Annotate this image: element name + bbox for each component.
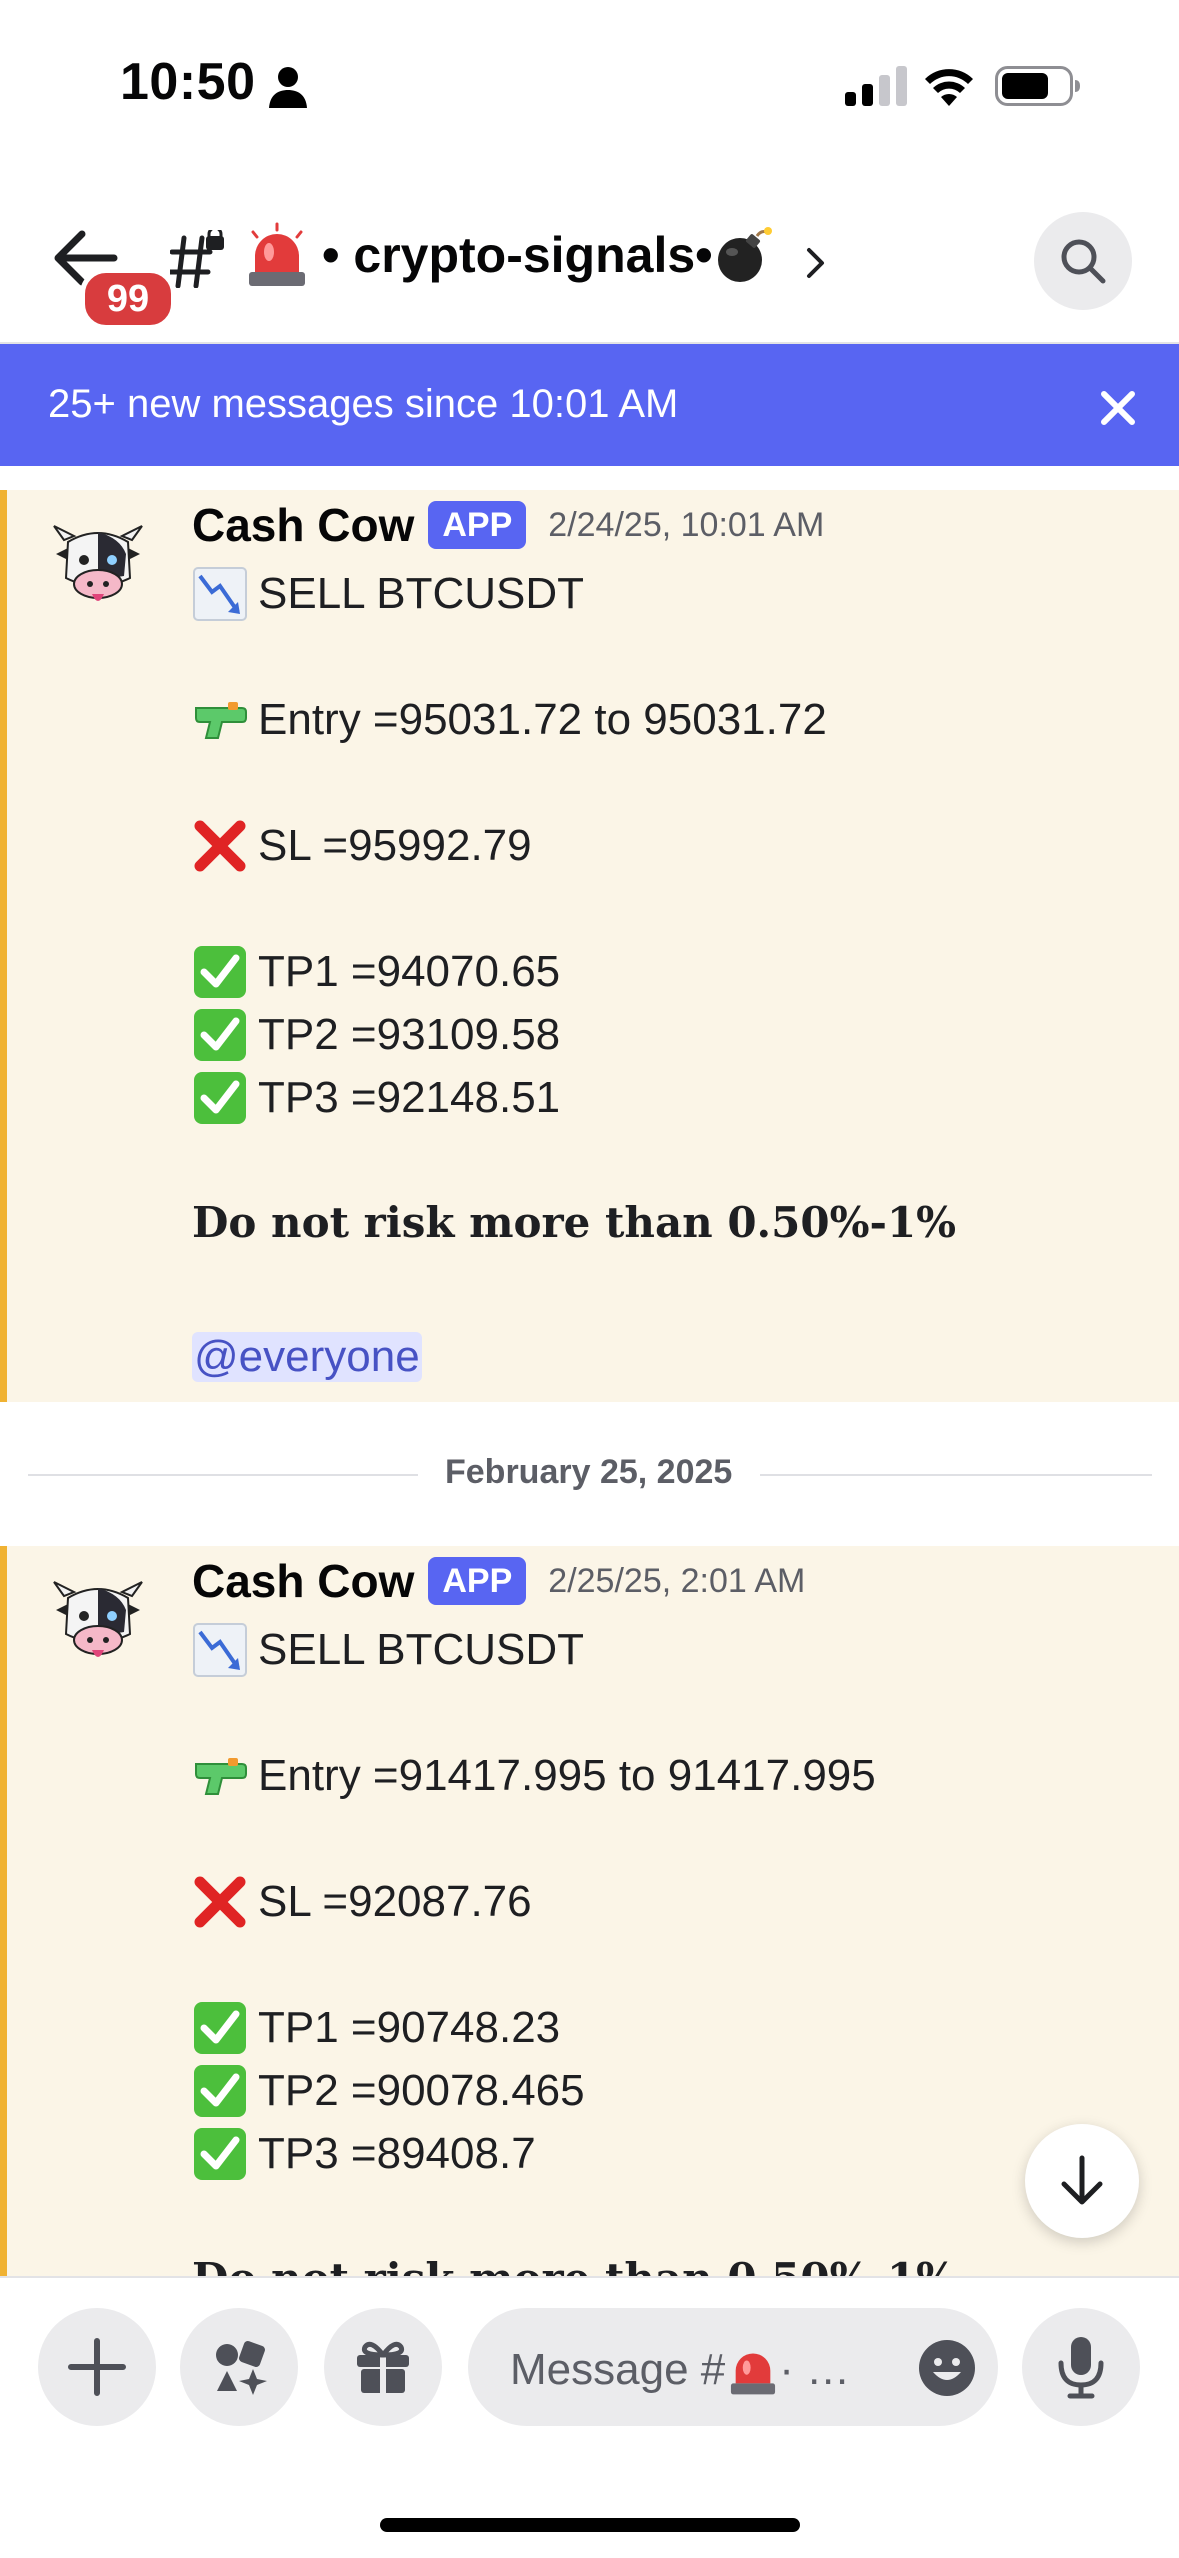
emoji-picker-icon[interactable] bbox=[917, 2338, 977, 2398]
date-divider: February 25, 2025 bbox=[445, 1453, 733, 1491]
tp1-text: TP1 =94070.65 bbox=[258, 947, 561, 996]
status-time: 10:50 bbox=[120, 53, 256, 111]
timestamp: 2/24/25, 10:01 AM bbox=[548, 505, 825, 544]
author-name[interactable]: Cash Cow bbox=[192, 498, 414, 552]
arrow-down-icon bbox=[1061, 2155, 1103, 2205]
siren-emoji-icon bbox=[731, 2353, 776, 2395]
apps-button[interactable] bbox=[180, 2308, 298, 2426]
signal-line: SELL BTCUSDT bbox=[192, 1622, 584, 1678]
tp2-line: TP2 =93109.58 bbox=[192, 1007, 560, 1063]
tp1-line: TP1 =90748.23 bbox=[192, 2000, 560, 2056]
microphone-icon bbox=[1058, 2337, 1104, 2399]
tp3-line: TP3 =92148.51 bbox=[192, 1070, 560, 1126]
message-placeholder: Message # · … bbox=[510, 2344, 850, 2396]
cross-mark-icon bbox=[194, 820, 246, 872]
home-indicator bbox=[380, 2518, 800, 2532]
app-tag: APP bbox=[428, 501, 527, 549]
placeholder-suffix: · … bbox=[779, 2345, 851, 2394]
gift-icon bbox=[357, 2341, 409, 2393]
chevron-right-icon[interactable] bbox=[805, 246, 827, 280]
cellular-signal-icon bbox=[845, 66, 907, 106]
message-item[interactable] bbox=[0, 1546, 1179, 2276]
author-name[interactable]: Cash Cow bbox=[192, 1554, 414, 1608]
chart-decreasing-icon bbox=[193, 1623, 247, 1677]
bomb-emoji-icon bbox=[717, 227, 772, 282]
timestamp: 2/25/25, 2:01 AM bbox=[548, 1561, 806, 1600]
signal-text: SELL BTCUSDT bbox=[258, 569, 585, 618]
entry-text: Entry =91417.995 to 91417.995 bbox=[258, 1751, 876, 1800]
everyone-mention[interactable]: @everyone bbox=[192, 1332, 422, 1382]
entry-line: Entry =95031.72 to 95031.72 bbox=[192, 692, 827, 748]
message-item[interactable] bbox=[0, 490, 1179, 1402]
channel-title[interactable]: • crypto-signals• bbox=[322, 226, 773, 284]
voice-message-button[interactable] bbox=[1022, 2308, 1140, 2426]
locked-channel-icon bbox=[170, 230, 224, 288]
apps-icon bbox=[216, 2341, 267, 2395]
close-icon[interactable] bbox=[1098, 388, 1138, 428]
message-header: Cash Cow APP 2/25/25, 2:01 AM bbox=[192, 1554, 805, 1608]
new-messages-text: 25+ new messages since 10:01 AM bbox=[48, 382, 679, 426]
signal-text: SELL BTCUSDT bbox=[258, 1625, 585, 1674]
stop-loss-text: SL =95992.79 bbox=[258, 821, 532, 870]
battery-icon bbox=[995, 66, 1080, 106]
siren-emoji-icon bbox=[249, 222, 305, 286]
signal-line: SELL BTCUSDT bbox=[192, 566, 584, 622]
check-mark-icon bbox=[194, 946, 246, 998]
avatar[interactable] bbox=[50, 1574, 146, 1670]
check-mark-icon bbox=[194, 2002, 246, 2054]
tp1-text: TP1 =90748.23 bbox=[258, 2003, 561, 2052]
water-pistol-icon bbox=[195, 702, 247, 739]
search-icon bbox=[1061, 239, 1106, 284]
stop-loss-line: SL =92087.76 bbox=[192, 1874, 532, 1930]
new-messages-banner[interactable]: 25+ new messages since 10:01 AM bbox=[0, 344, 1179, 466]
tp3-text: TP3 =92148.51 bbox=[258, 1073, 561, 1122]
jump-to-present-button[interactable] bbox=[1025, 2124, 1139, 2238]
check-mark-icon bbox=[194, 2128, 246, 2180]
channel-name: • crypto-signals• bbox=[322, 227, 713, 283]
add-attachment-button[interactable] bbox=[38, 2308, 156, 2426]
check-mark-icon bbox=[194, 1009, 246, 1061]
stop-loss-text: SL =92087.76 bbox=[258, 1877, 532, 1926]
stop-loss-line: SL =95992.79 bbox=[192, 818, 532, 874]
wifi-icon bbox=[925, 69, 973, 106]
gift-button[interactable] bbox=[324, 2308, 442, 2426]
date-divider-line bbox=[760, 1474, 1152, 1476]
tp3-line: TP3 =89408.7 bbox=[192, 2126, 536, 2182]
cross-mark-icon bbox=[194, 1876, 246, 1928]
entry-line: Entry =91417.995 to 91417.995 bbox=[192, 1748, 876, 1804]
plus-icon bbox=[68, 2338, 126, 2396]
tp2-line: TP2 =90078.465 bbox=[192, 2063, 585, 2119]
avatar[interactable] bbox=[50, 518, 146, 614]
water-pistol-icon bbox=[195, 1758, 247, 1795]
app-tag: APP bbox=[428, 1557, 527, 1605]
risk-warning: Do not risk more than 0.50%-1% bbox=[192, 1198, 957, 1247]
tp2-text: TP2 =93109.58 bbox=[258, 1010, 561, 1059]
chart-decreasing-icon bbox=[193, 567, 247, 621]
search-button[interactable] bbox=[1034, 212, 1132, 310]
tp2-text: TP2 =90078.465 bbox=[258, 2066, 585, 2115]
check-mark-icon bbox=[194, 2065, 246, 2117]
entry-text: Entry =95031.72 to 95031.72 bbox=[258, 695, 827, 744]
unread-badge: 99 bbox=[80, 268, 176, 330]
placeholder-text: Message # bbox=[510, 2345, 726, 2394]
tp3-text: TP3 =89408.7 bbox=[258, 2129, 536, 2178]
person-icon bbox=[269, 67, 307, 108]
check-mark-icon bbox=[194, 1072, 246, 1124]
date-divider-line bbox=[28, 1474, 418, 1476]
tp1-line: TP1 =94070.65 bbox=[192, 944, 560, 1000]
message-header: Cash Cow APP 2/24/25, 10:01 AM bbox=[192, 498, 824, 552]
